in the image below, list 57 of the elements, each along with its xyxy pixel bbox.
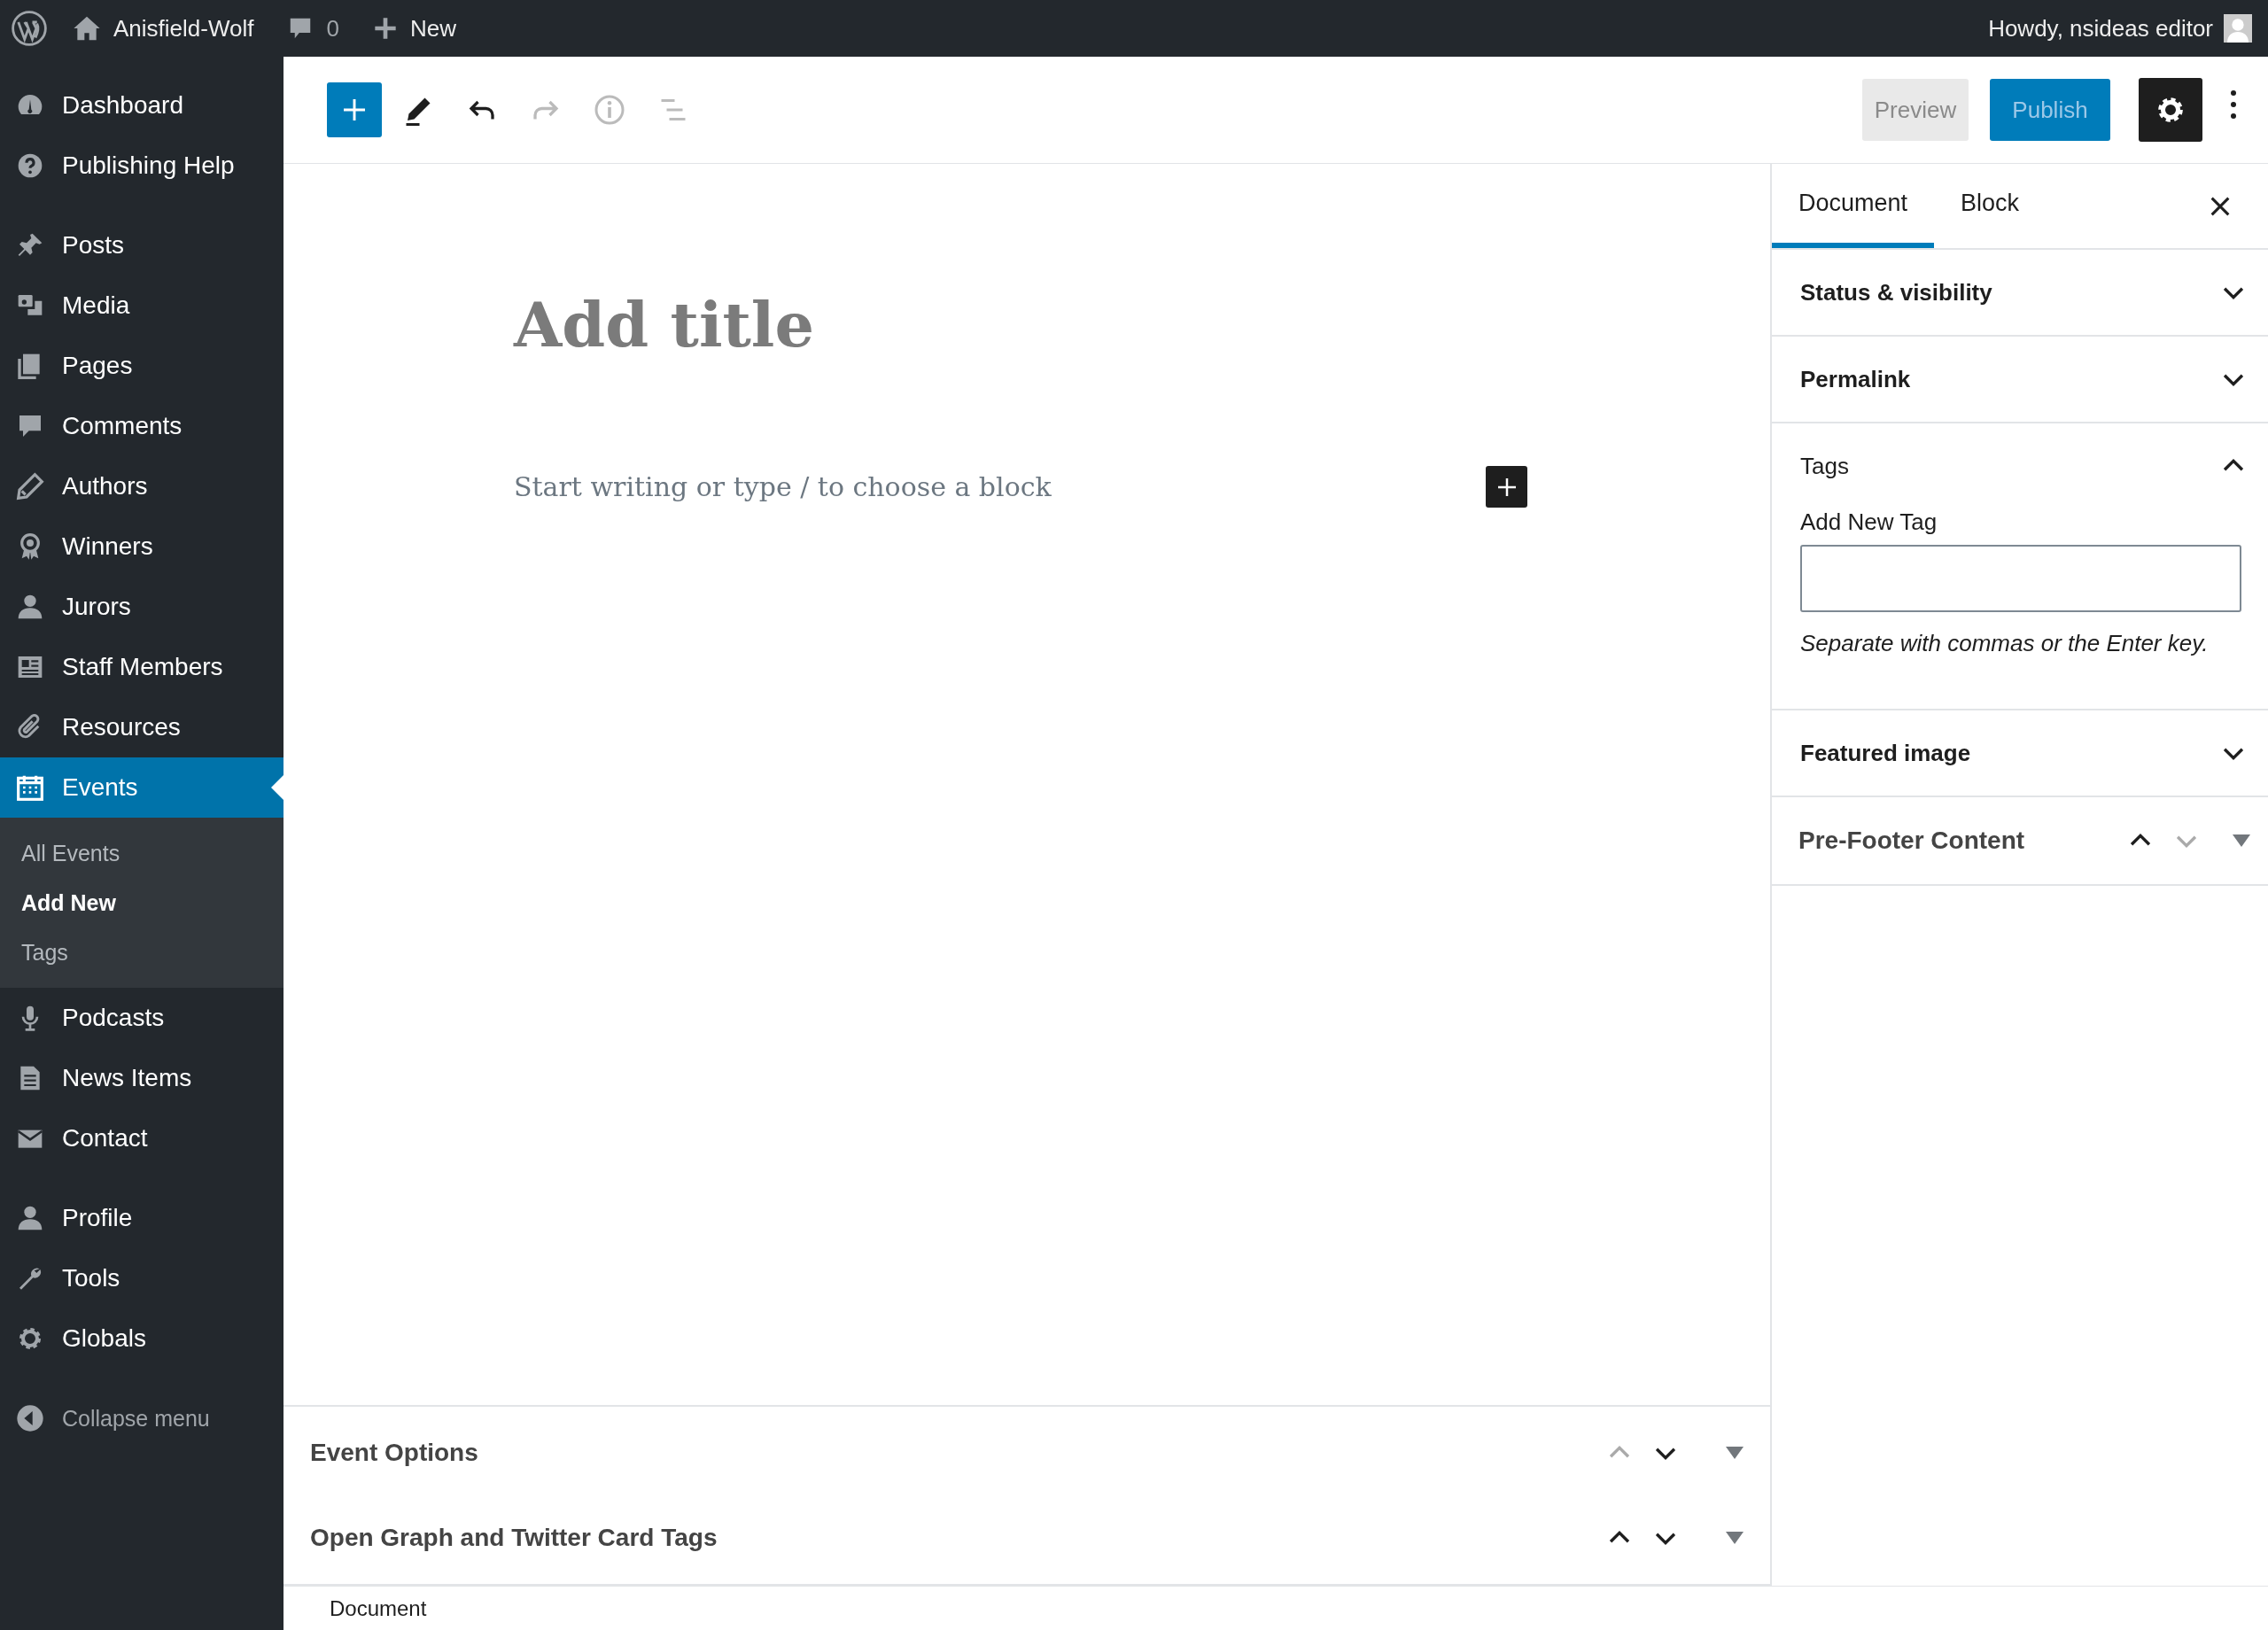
field-label: Add New Tag	[1800, 508, 1938, 536]
breadcrumb[interactable]: Document	[330, 1595, 427, 1621]
collapse-menu-button[interactable]: Collapse menu	[0, 1388, 284, 1448]
home-icon	[73, 14, 101, 43]
menu-item[interactable]: Events	[0, 757, 284, 818]
info-icon	[594, 94, 625, 126]
menu-item[interactable]: Media	[0, 276, 284, 336]
menu-item[interactable]: Posts	[0, 215, 284, 276]
panel-header[interactable]: Tags	[1772, 423, 2268, 508]
menu-item[interactable]: Podcasts	[0, 988, 284, 1048]
menu-item[interactable]: Profile	[0, 1188, 284, 1248]
tag-input-field[interactable]	[1800, 545, 2241, 612]
title-field[interactable]: Add title	[514, 288, 814, 361]
greeting-link[interactable]: Howdy, nsideas editor	[1988, 14, 2213, 43]
site-name-link[interactable]: Anisfield-Wolf	[113, 14, 254, 43]
calendar-icon	[16, 773, 44, 802]
gear-icon	[2155, 95, 2186, 125]
add-block-button[interactable]	[1486, 466, 1527, 508]
submenu-item[interactable]: Add New	[0, 878, 284, 928]
triangle-down-icon	[1726, 1532, 1744, 1544]
panel-header[interactable]: Status & visibility	[1772, 250, 2268, 335]
tab[interactable]: Block	[1934, 164, 2047, 248]
menu-item[interactable]: Authors	[0, 456, 284, 516]
paragraph-field[interactable]: Start writing or type / to choose a block	[514, 471, 1052, 502]
triangle-down-icon	[2233, 834, 2250, 847]
new-link[interactable]: New	[409, 14, 456, 43]
tab[interactable]: Document	[1772, 164, 1935, 248]
person-icon	[16, 1204, 44, 1232]
pencil-icon	[16, 472, 44, 501]
triangle-down-icon	[1726, 1447, 1744, 1459]
panel-header[interactable]: Featured image	[1772, 710, 2268, 796]
submenu-item[interactable]: Tags	[0, 928, 284, 977]
wordpress-logo-icon	[11, 10, 48, 47]
menu-item[interactable]: Publishing Help	[0, 136, 284, 196]
comment-count[interactable]: 0	[326, 14, 339, 43]
plus-icon	[372, 16, 398, 41]
menu-item[interactable]: Globals	[0, 1308, 284, 1369]
help-text: Separate with commas or the Enter key.	[1800, 630, 2210, 657]
meta-box-title[interactable]: Pre-Footer Content	[1798, 827, 2114, 855]
person-icon	[16, 593, 44, 621]
menu-item[interactable]: Comments	[0, 396, 284, 456]
menu-item[interactable]: Dashboard	[0, 75, 284, 136]
menu-item[interactable]: Staff Members	[0, 637, 284, 697]
menu-item[interactable]: Pages	[0, 336, 284, 396]
menu-item[interactable]: Winners	[0, 516, 284, 577]
panel-header[interactable]: Permalink	[1772, 337, 2268, 422]
menu-item[interactable]: Jurors	[0, 577, 284, 637]
menu-item[interactable]: Resources	[0, 697, 284, 757]
settings-button[interactable]	[2139, 78, 2202, 142]
menu-item[interactable]: Tools	[0, 1248, 284, 1308]
kebab-icon	[2230, 89, 2237, 120]
help-icon	[16, 151, 44, 180]
submenu-item[interactable]: All Events	[0, 828, 284, 878]
meta-box-title[interactable]: Event Options	[310, 1439, 1593, 1467]
menu-item[interactable]: Contact	[0, 1108, 284, 1168]
meta-box-title[interactable]: Open Graph and Twitter Card Tags	[310, 1524, 1593, 1552]
menu-item[interactable]: News Items	[0, 1048, 284, 1108]
